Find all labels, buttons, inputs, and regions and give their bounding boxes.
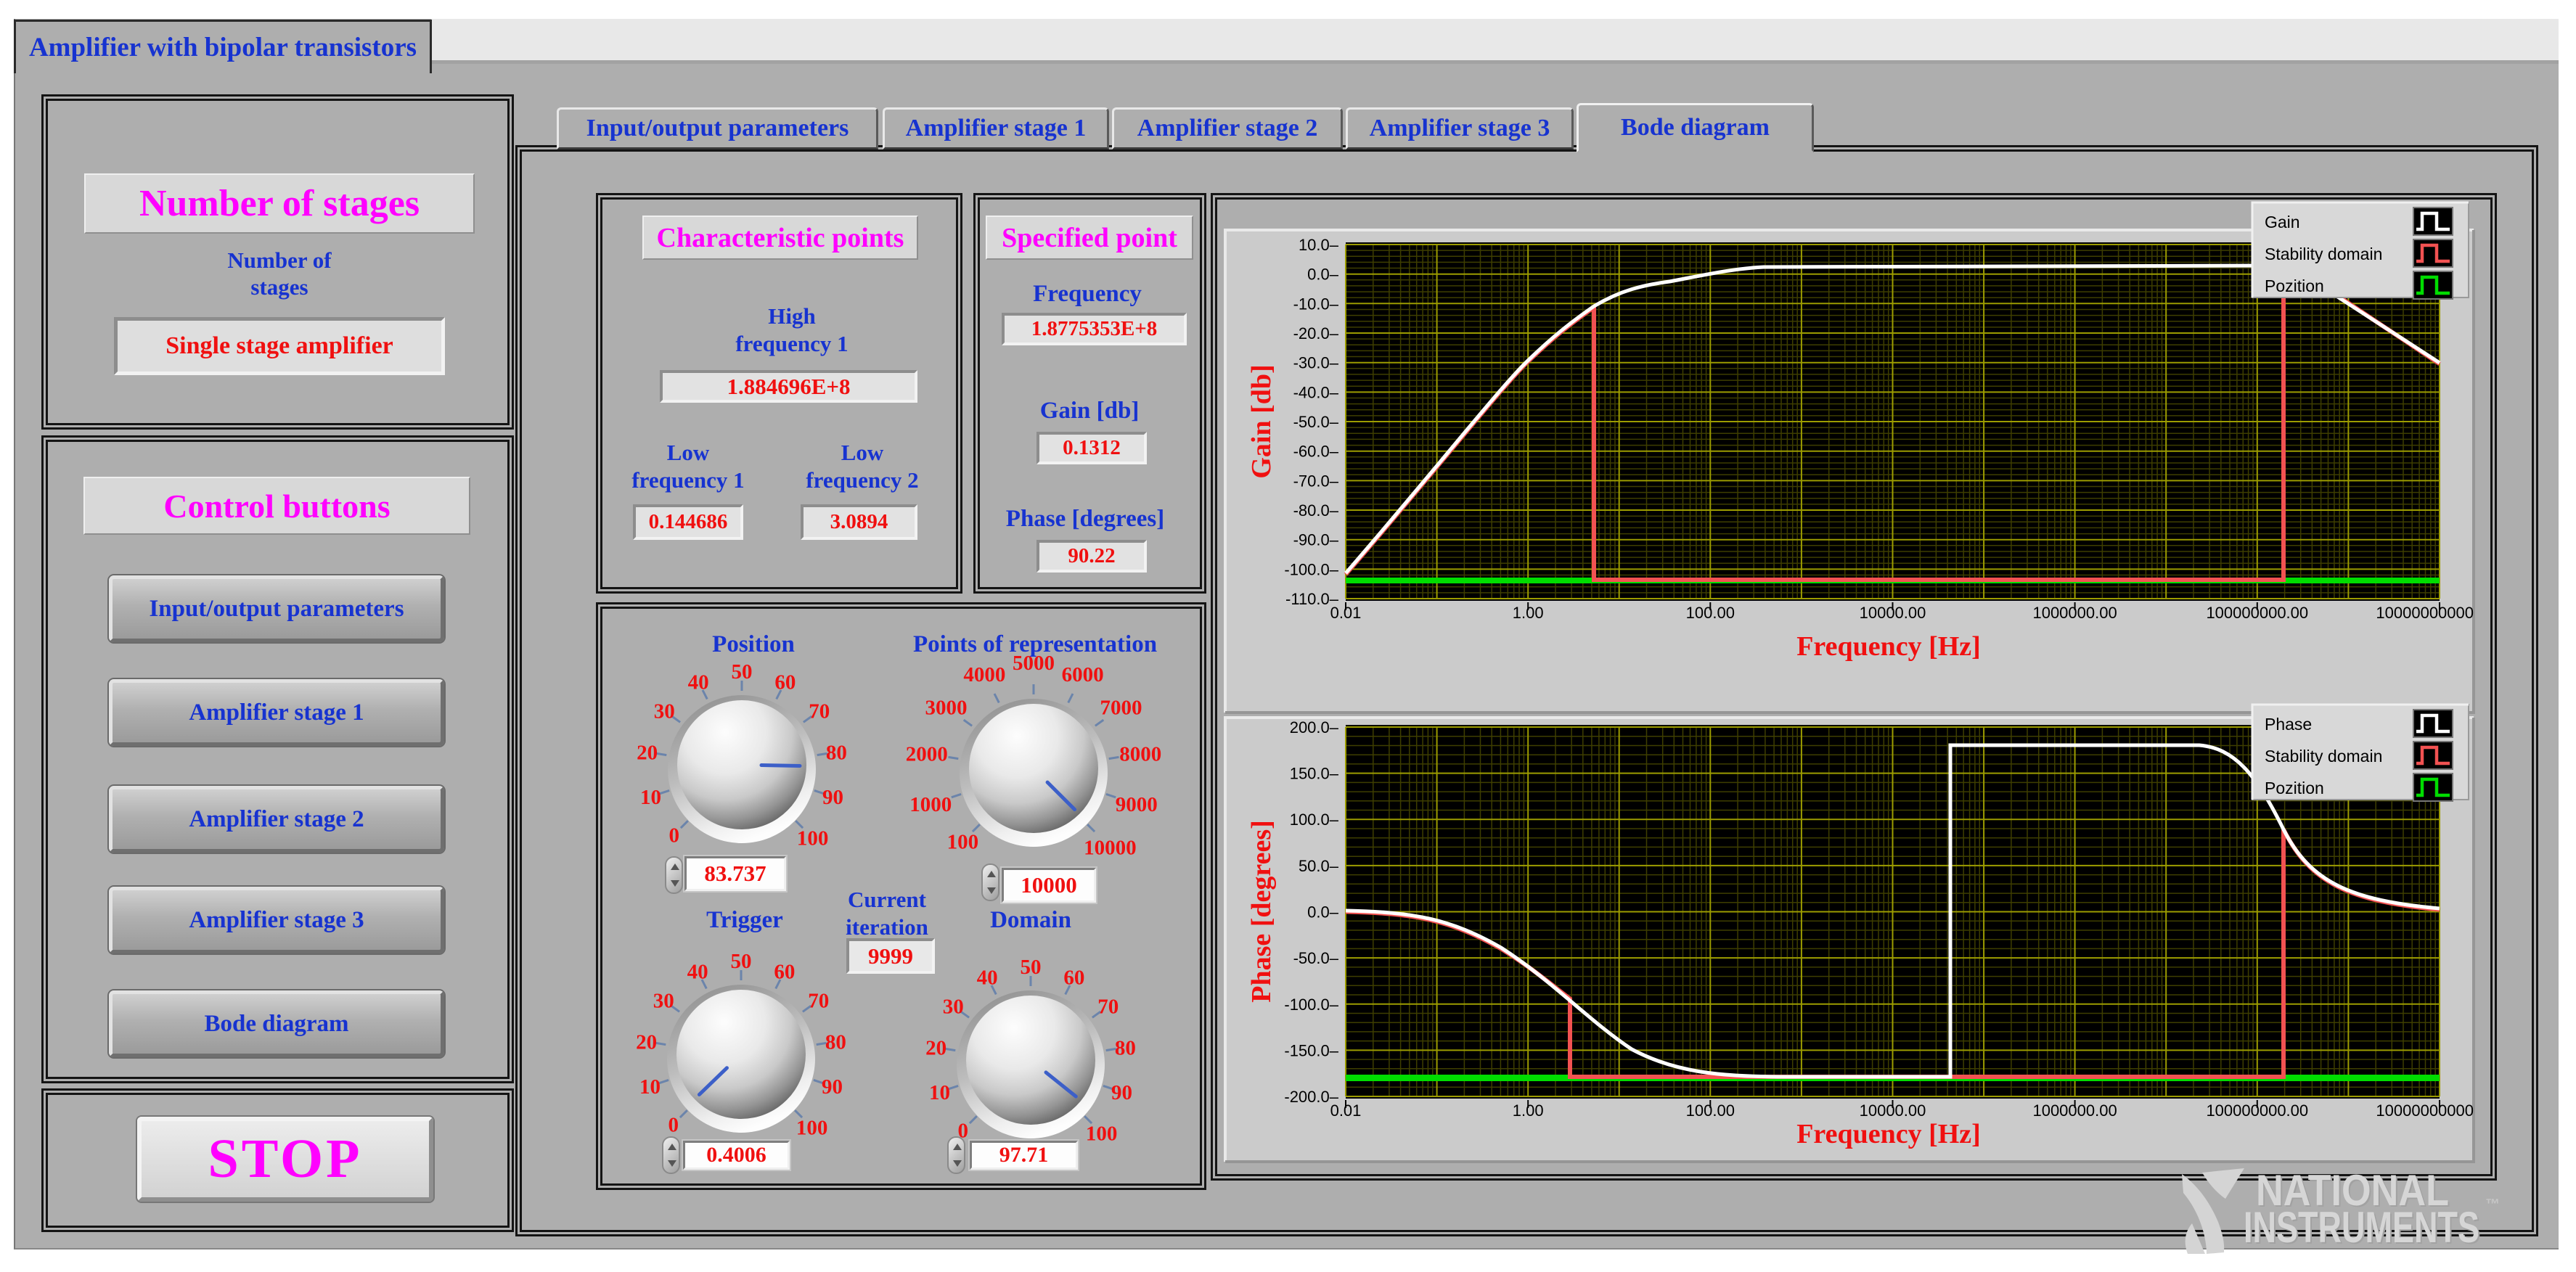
- svg-text:-70.0–: -70.0–: [1293, 472, 1339, 490]
- svg-text:30: 30: [943, 995, 964, 1018]
- svg-text:150.0–: 150.0–: [1290, 765, 1339, 783]
- svg-text:-50.0–: -50.0–: [1293, 949, 1339, 967]
- svg-text:0.0–: 0.0–: [1307, 266, 1339, 284]
- svg-text:-150.0–: -150.0–: [1284, 1041, 1338, 1059]
- svg-text:10000000000: 10000000000: [2376, 1101, 2474, 1120]
- svg-text:100000000.00: 100000000.00: [2206, 604, 2308, 622]
- svg-text:Phase [degrees]: Phase [degrees]: [1246, 820, 1277, 1003]
- svg-text:1000000.00: 1000000.00: [2032, 1101, 2117, 1120]
- svg-text:70: 70: [1097, 995, 1119, 1018]
- svg-text:INSTRUMENTS: INSTRUMENTS: [2244, 1203, 2479, 1252]
- svg-text:100: 100: [797, 827, 829, 850]
- svg-text:80: 80: [1115, 1036, 1136, 1059]
- svg-text:100.0–: 100.0–: [1290, 811, 1339, 829]
- svg-text:10: 10: [639, 1075, 661, 1099]
- svg-text:50: 50: [731, 950, 752, 973]
- svg-text:10000: 10000: [1084, 836, 1137, 859]
- svg-text:30: 30: [653, 989, 674, 1012]
- svg-text:Gain [db]: Gain [db]: [1246, 364, 1277, 478]
- svg-text:100.00: 100.00: [1686, 604, 1735, 622]
- svg-text:-20.0–: -20.0–: [1293, 324, 1339, 342]
- svg-text:-30.0–: -30.0–: [1293, 354, 1339, 372]
- svg-text:40: 40: [688, 670, 709, 694]
- svg-text:1.00: 1.00: [1513, 604, 1544, 622]
- svg-text:0.0–: 0.0–: [1307, 903, 1339, 922]
- svg-text:10.0–: 10.0–: [1299, 236, 1339, 254]
- svg-text:0: 0: [668, 1113, 679, 1136]
- svg-text:50: 50: [732, 660, 753, 684]
- svg-text:40: 40: [687, 960, 708, 983]
- svg-text:Frequency [Hz]: Frequency [Hz]: [1796, 1119, 1981, 1149]
- svg-text:1000000.00: 1000000.00: [2032, 604, 2117, 622]
- svg-text:-80.0–: -80.0–: [1293, 501, 1339, 520]
- svg-text:Gain: Gain: [2265, 213, 2300, 231]
- svg-text:-100.0–: -100.0–: [1284, 560, 1338, 578]
- svg-text:60: 60: [774, 670, 796, 694]
- svg-text:90: 90: [822, 786, 843, 809]
- svg-text:2000: 2000: [906, 743, 948, 766]
- svg-text:100.00: 100.00: [1686, 1101, 1735, 1120]
- svg-text:100: 100: [1086, 1123, 1118, 1146]
- svg-text:90: 90: [822, 1075, 843, 1099]
- svg-text:8000: 8000: [1119, 743, 1161, 766]
- svg-text:6000: 6000: [1062, 663, 1104, 686]
- svg-text:Phase: Phase: [2265, 715, 2312, 734]
- svg-text:-90.0–: -90.0–: [1293, 531, 1339, 549]
- svg-text:40: 40: [977, 966, 998, 989]
- svg-text:Frequency [Hz]: Frequency [Hz]: [1796, 631, 1981, 662]
- svg-text:20: 20: [637, 741, 658, 764]
- svg-text:100000000.00: 100000000.00: [2206, 1101, 2308, 1120]
- svg-text:10000.00: 10000.00: [1860, 604, 1926, 622]
- svg-text:Pozition: Pozition: [2265, 276, 2324, 295]
- svg-text:Pozition: Pozition: [2265, 779, 2324, 797]
- svg-text:20: 20: [636, 1030, 657, 1054]
- svg-text:-100.0–: -100.0–: [1284, 996, 1338, 1014]
- svg-text:Stability domain: Stability domain: [2265, 245, 2382, 263]
- svg-text:0.01: 0.01: [1330, 604, 1362, 622]
- svg-text:60: 60: [774, 960, 795, 983]
- svg-text:10: 10: [929, 1081, 950, 1104]
- svg-text:80: 80: [826, 741, 847, 764]
- svg-text:5000: 5000: [1013, 652, 1055, 675]
- svg-text:9000: 9000: [1116, 793, 1158, 816]
- svg-text:80: 80: [825, 1030, 846, 1054]
- svg-text:1000: 1000: [909, 793, 952, 816]
- svg-text:60: 60: [1063, 966, 1084, 989]
- svg-text:70: 70: [809, 699, 830, 723]
- svg-text:-10.0–: -10.0–: [1293, 295, 1339, 313]
- svg-text:0.01: 0.01: [1330, 1101, 1362, 1120]
- svg-text:10000.00: 10000.00: [1860, 1101, 1926, 1120]
- svg-text:1.00: 1.00: [1513, 1101, 1544, 1120]
- svg-text:-40.0–: -40.0–: [1293, 383, 1339, 401]
- svg-text:™: ™: [2485, 1197, 2500, 1212]
- svg-text:-50.0–: -50.0–: [1293, 413, 1339, 431]
- svg-text:10000000000: 10000000000: [2376, 604, 2474, 622]
- svg-text:50.0–: 50.0–: [1299, 857, 1339, 875]
- svg-text:50: 50: [1021, 956, 1042, 979]
- svg-text:100: 100: [947, 831, 979, 854]
- svg-text:30: 30: [654, 699, 675, 723]
- svg-text:200.0–: 200.0–: [1290, 718, 1339, 736]
- svg-text:3000: 3000: [925, 696, 968, 719]
- svg-text:7000: 7000: [1100, 696, 1142, 719]
- svg-text:90: 90: [1111, 1081, 1132, 1104]
- svg-text:4000: 4000: [963, 663, 1005, 686]
- svg-text:20: 20: [925, 1036, 946, 1059]
- svg-text:100: 100: [796, 1117, 828, 1140]
- svg-text:70: 70: [808, 989, 829, 1012]
- svg-text:-60.0–: -60.0–: [1293, 443, 1339, 461]
- svg-text:Stability domain: Stability domain: [2265, 747, 2382, 766]
- svg-text:10: 10: [640, 786, 661, 809]
- svg-text:0: 0: [668, 824, 679, 847]
